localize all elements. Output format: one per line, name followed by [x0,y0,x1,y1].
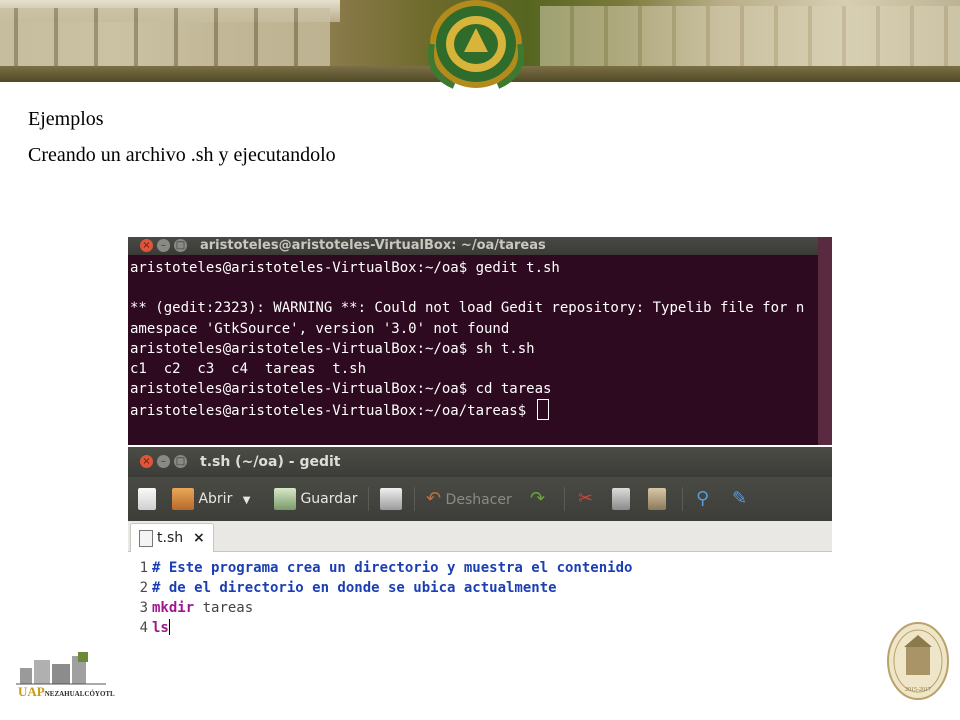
paste-button[interactable] [648,487,666,511]
uap-campus: NEZAHUALCÓYOTL [44,690,115,698]
desktop-edge [818,237,832,445]
toolbar-separator [682,487,683,511]
terminal-window: × – □ aristoteles@aristoteles-VirtualBox… [128,237,832,445]
search-icon[interactable]: ⚲ [696,487,709,511]
undo-label: Deshacer [445,492,512,508]
print-button[interactable] [380,487,402,511]
terminal-output[interactable]: aristoteles@aristoteles-VirtualBox:~/oa$… [128,255,832,420]
tab-label: t.sh [157,530,184,546]
cut-icon[interactable]: ✂ [578,487,593,511]
save-label: Guardar [300,491,358,507]
university-seal-logo [428,0,524,89]
maximize-icon[interactable]: □ [174,455,187,468]
minimize-icon[interactable]: – [157,239,170,252]
maximize-icon[interactable]: □ [174,239,187,252]
code-editor[interactable]: 1 # Este programa crea un directorio y mu… [128,552,832,638]
undo-button[interactable]: ↶ Deshacer [426,487,512,511]
line-number: 4 [139,620,148,636]
close-icon[interactable]: × [140,455,153,468]
paste-icon [648,488,666,510]
copy-button[interactable] [612,487,630,511]
toolbar-separator [368,487,369,511]
open-button[interactable]: Abrir ▼ [172,487,250,511]
terminal-prompt: aristoteles@aristoteles-VirtualBox:~/oa/… [130,403,535,420]
save-icon [274,488,296,510]
terminal-titlebar: × – □ aristoteles@aristoteles-VirtualBox… [128,237,832,255]
close-tab-icon[interactable]: × [193,524,205,552]
toolbar-separator [414,487,415,511]
text-cursor [168,619,170,635]
code-argument: tareas [194,600,254,616]
code-line: 3 mkdir tareas [128,598,832,618]
save-button[interactable]: Guardar [274,487,358,511]
gedit-titlebar: × – □ t.sh (~/oa) - gedit [128,447,832,477]
code-comment: # de el directorio en donde se ubica act… [152,580,557,596]
minimize-icon[interactable]: – [157,455,170,468]
chevron-down-icon[interactable]: ▼ [243,495,251,506]
code-command: mkdir [152,600,195,616]
terminal-line: c1 c2 c3 c4 tareas t.sh [130,360,367,377]
slide-subheading: Creando un archivo .sh y ejecutandolo [28,144,336,166]
code-command: ls [152,620,169,636]
document-tabbar: t.sh × [128,521,832,552]
terminal-title: aristoteles@aristoteles-VirtualBox: ~/oa… [200,238,546,253]
anniversary-seal-logo: 2015-2017 [887,622,949,700]
terminal-line: aristoteles@aristoteles-VirtualBox:~/oa$… [130,260,560,276]
redo-icon[interactable]: ↷ [530,487,545,511]
tab-t-sh[interactable]: t.sh × [130,523,214,552]
terminal-line: amespace 'GtkSource', version '3.0' not … [130,320,510,337]
terminal-prompt-line: aristoteles@aristoteles-VirtualBox:~/oa/… [130,399,832,420]
slide-heading: Ejemplos [28,108,104,130]
gedit-window: × – □ t.sh (~/oa) - gedit Abrir ▼ Guarda… [128,447,832,677]
toolbar-separator [564,487,565,511]
terminal-line: aristoteles@aristoteles-VirtualBox:~/oa$… [130,381,552,398]
line-number: 3 [139,600,148,616]
print-icon [380,488,402,510]
close-icon[interactable]: × [140,239,153,252]
uap-brand: UAP [18,684,45,699]
replace-icon[interactable]: ✎ [732,487,747,511]
anniversary-years: 2015-2017 [905,687,931,693]
terminal-line: aristoteles@aristoteles-VirtualBox:~/oa$… [130,340,535,357]
gedit-toolbar: Abrir ▼ Guardar ↶ Deshacer ↷ ✂ ⚲ ✎ [128,477,832,521]
code-line: 1 # Este programa crea un directorio y mu… [128,558,832,578]
new-document-icon [138,488,156,510]
line-number: 1 [139,560,148,576]
open-label: Abrir [198,491,233,507]
undo-icon: ↶ [426,488,442,509]
copy-icon [612,488,630,510]
text-file-icon [139,530,153,547]
gedit-title: t.sh (~/oa) - gedit [200,454,341,470]
terminal-line: ** (gedit:2323): WARNING **: Could not l… [130,300,805,317]
new-document-button[interactable] [138,487,156,511]
code-comment: # Este programa crea un directorio y mue… [152,560,633,576]
line-number: 2 [139,580,148,596]
code-line: 2 # de el directorio en donde se ubica ac… [128,578,832,598]
uap-campus-logo-text: UAPNEZAHUALCÓYOTL [18,684,115,700]
open-folder-icon [172,488,194,510]
terminal-cursor [536,399,549,420]
code-line: 4 ls [128,618,832,638]
